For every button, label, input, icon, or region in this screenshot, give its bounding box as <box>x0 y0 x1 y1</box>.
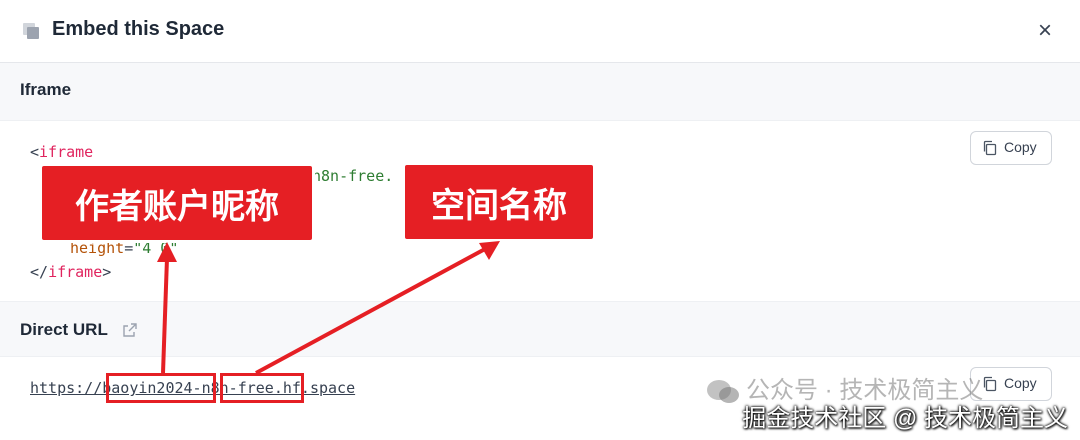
copy-label: Copy <box>1004 139 1037 155</box>
dialog-title: Embed this Space <box>52 18 225 40</box>
embed-dialog: Embed this Space × Iframe Copy <iframe n… <box>0 0 1080 440</box>
code-punct: > <box>102 263 112 281</box>
code-tag: iframe <box>39 143 94 161</box>
code-string: "4 0" <box>133 239 179 257</box>
wechat-icon <box>707 380 739 403</box>
copy-iframe-button[interactable]: Copy <box>970 131 1052 165</box>
external-link-icon[interactable] <box>122 322 138 338</box>
highlight-space-name <box>220 373 304 403</box>
code-line-2: n8n-free. <box>312 167 393 185</box>
copy-icon <box>983 376 997 392</box>
code-attr: height <box>70 239 125 257</box>
dialog-header: Embed this Space × <box>0 0 1080 63</box>
highlight-account-name <box>106 373 216 403</box>
copy-icon <box>983 140 997 156</box>
code-punct: < <box>30 143 40 161</box>
watermark-juejin: 掘金技术社区 @ 技术极简主义 <box>742 405 1068 432</box>
direct-url-section-title: Direct URL <box>20 320 108 339</box>
copy-label: Copy <box>1004 375 1037 391</box>
annotation-account-name: 作者账户昵称 <box>42 166 312 240</box>
close-icon[interactable]: × <box>1032 18 1058 44</box>
iframe-section-title: Iframe <box>20 80 72 99</box>
code-line-6: </iframe> <box>30 263 111 281</box>
code-tag: iframe <box>48 263 103 281</box>
code-punct: </ <box>30 263 49 281</box>
code-line-1: <iframe <box>30 143 93 161</box>
annotation-space-name: 空间名称 <box>405 165 593 239</box>
code-string: n8n-free. <box>312 167 394 185</box>
code-line-5: height="4 0" <box>70 239 179 257</box>
embed-icon <box>23 23 39 39</box>
